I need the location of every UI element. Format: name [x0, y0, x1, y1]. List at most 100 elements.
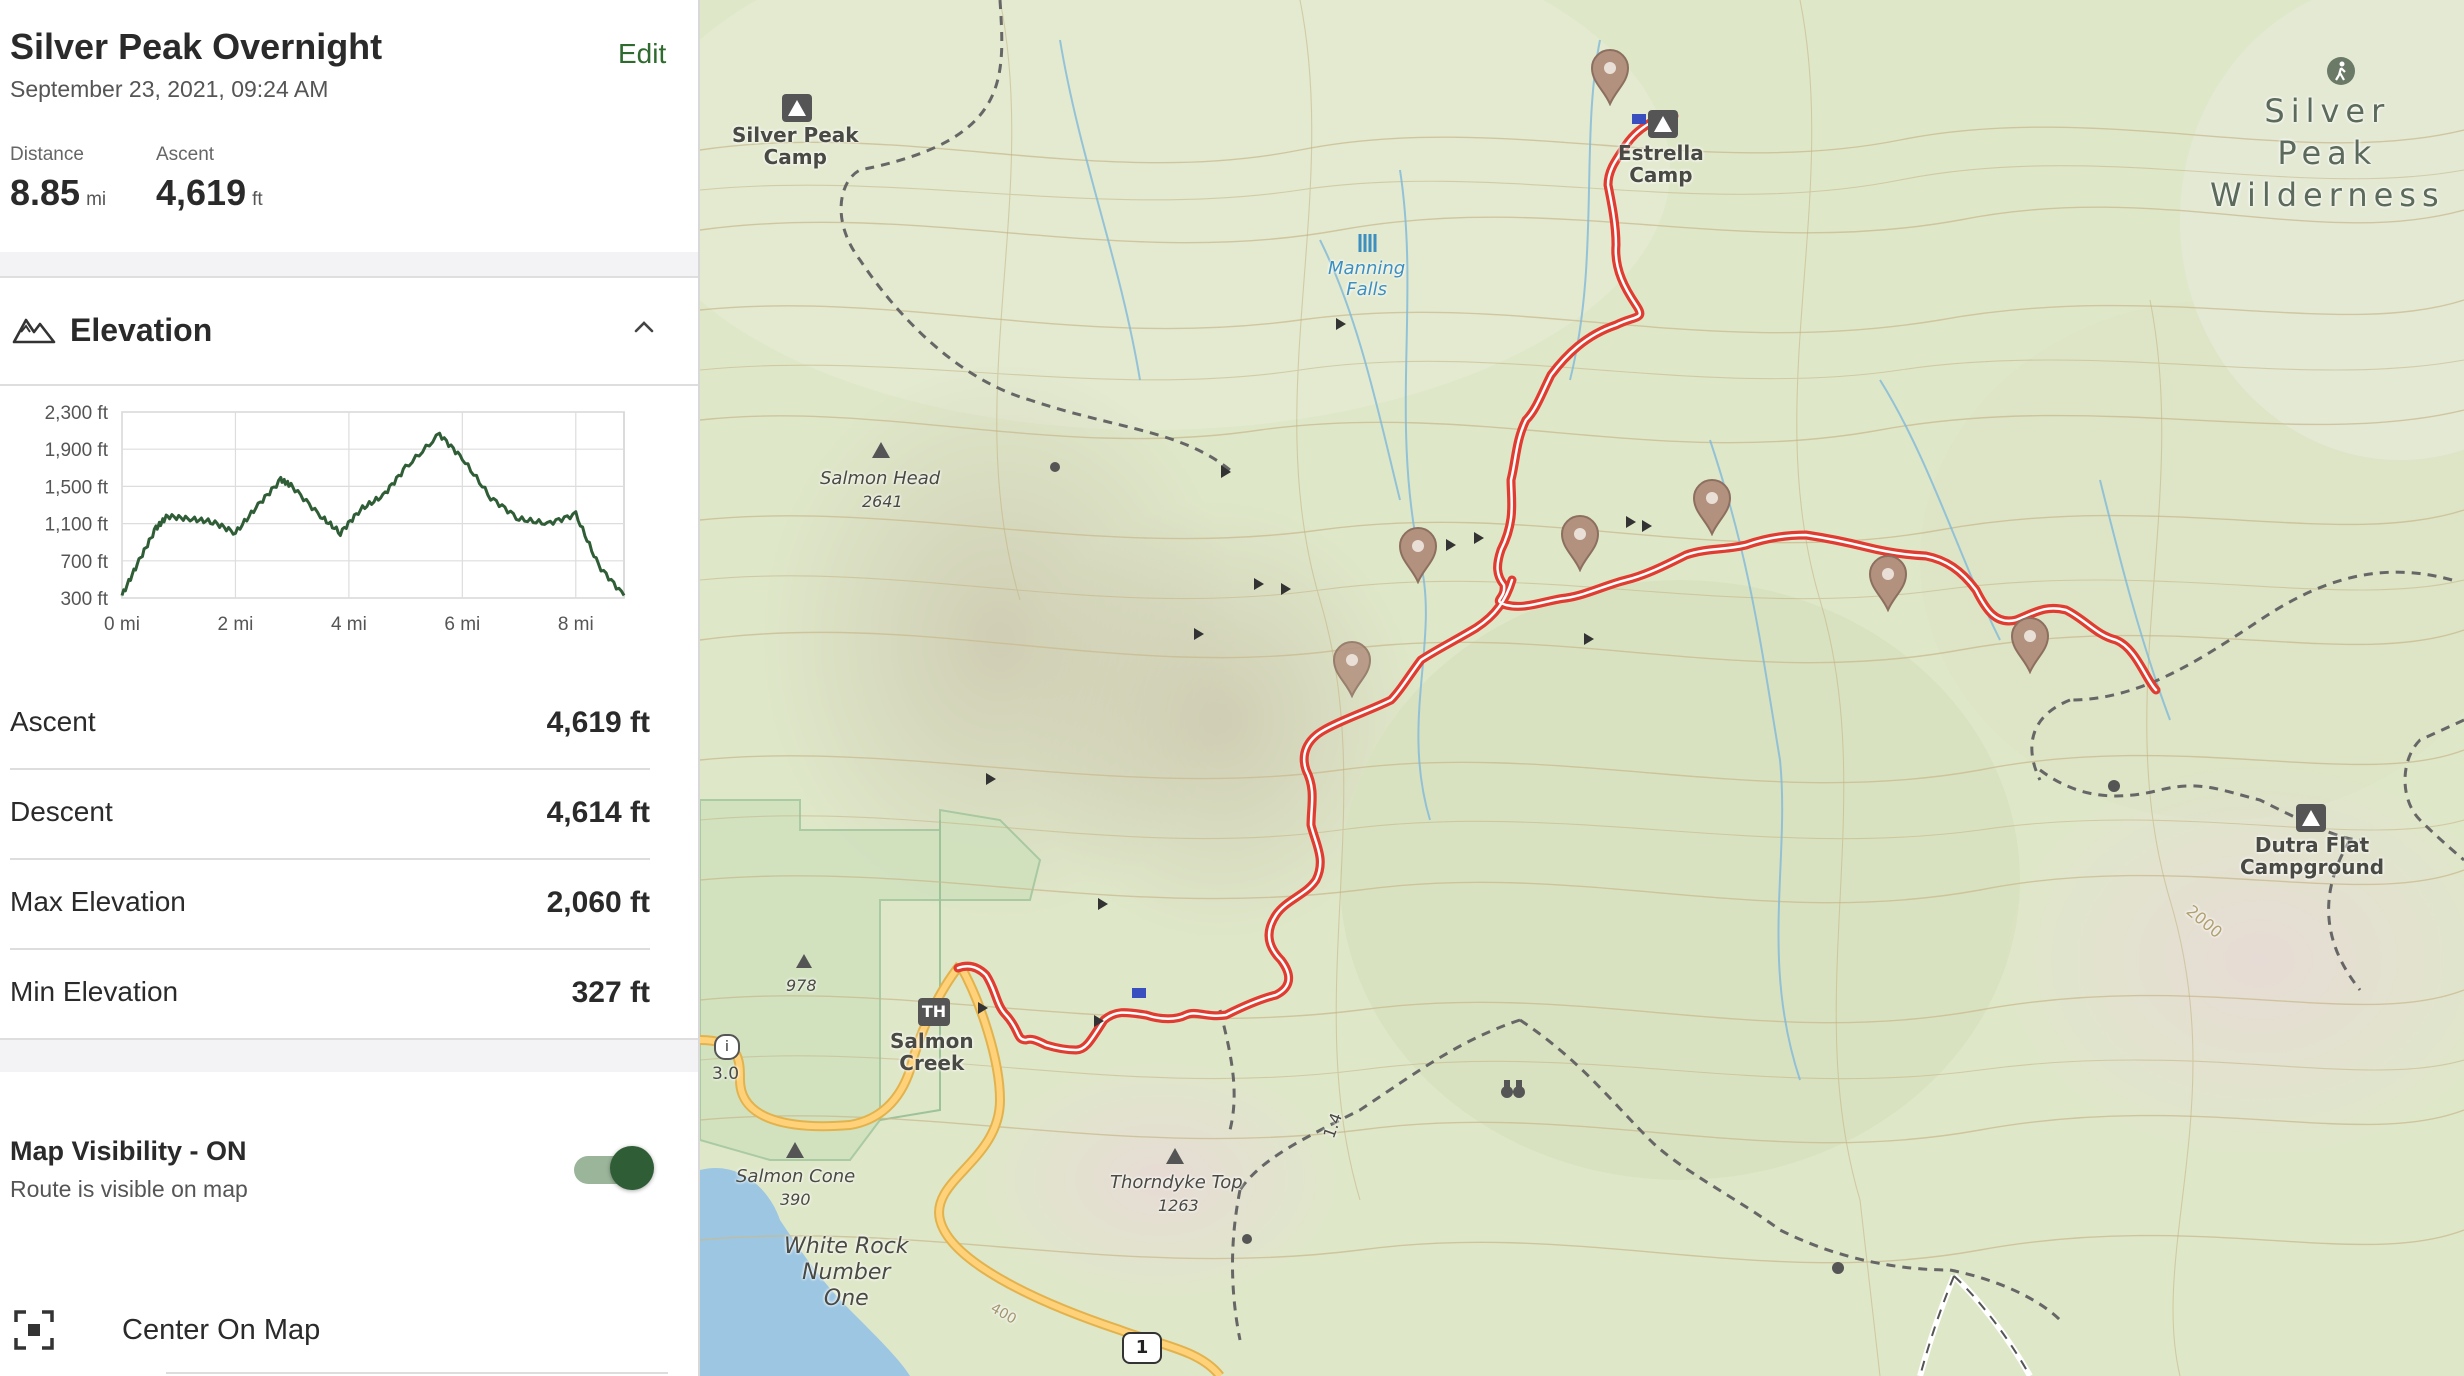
- distance-number: 8.85: [10, 172, 81, 213]
- peak-icon: [1164, 1146, 1186, 1166]
- info-icon[interactable]: i: [714, 1034, 740, 1060]
- label-line: Camp: [763, 145, 827, 169]
- waypoint-pin-icon[interactable]: [1398, 526, 1438, 585]
- chart-y-tick-label: 1,100 ft: [45, 515, 109, 536]
- map-label-salmon-cone: Salmon Cone: [736, 1166, 856, 1187]
- stat-label-ascent: Ascent: [10, 706, 96, 737]
- chart-x-tick-label: 4 mi: [331, 614, 367, 635]
- label-line: Number: [802, 1260, 891, 1285]
- chart-x-tick-label: 6 mi: [444, 614, 480, 635]
- map-label-dutra-flat: Dutra Flat Campground: [2240, 834, 2384, 878]
- ascent-label: Ascent: [156, 144, 215, 165]
- center-on-map-icon[interactable]: [12, 1308, 56, 1352]
- stat-value-descent: 4,614 ft: [546, 796, 650, 829]
- map-label-thorndyke-top: Thorndyke Top: [1110, 1172, 1243, 1193]
- label-line: Camp: [1629, 163, 1693, 187]
- label-line: Wilderness: [2210, 176, 2445, 214]
- stat-label-descent: Descent: [10, 796, 113, 827]
- stat-label-min-elevation: Min Elevation: [10, 976, 179, 1007]
- divider: [10, 948, 650, 950]
- junction-dot: [1242, 1234, 1252, 1244]
- junction-dot: [2108, 780, 2120, 792]
- highway-shield-icon: 1: [1122, 1332, 1162, 1364]
- topo-map[interactable]: Silver Peak Camp Estrella Camp Dutra Fla…: [700, 0, 2464, 1376]
- peak-icon: [784, 1140, 806, 1160]
- route-title: Silver Peak Overnight: [10, 26, 383, 67]
- map-label-salmon-head-elev: 2641: [862, 492, 903, 511]
- junction-dot: [1832, 1262, 1844, 1274]
- label-line: Campground: [2240, 855, 2385, 879]
- map-label-white-rock: White Rock Number One: [784, 1234, 909, 1312]
- waypoint-pin-icon[interactable]: [1692, 478, 1732, 537]
- peak-icon: [794, 952, 814, 970]
- stat-value-min-elevation: 327 ft: [571, 976, 650, 1009]
- elevation-section-title: Elevation: [70, 312, 213, 348]
- ascent-unit: ft: [252, 189, 263, 210]
- label-line: Silver Peak: [732, 123, 859, 147]
- chevron-up-icon[interactable]: [628, 310, 660, 342]
- section-divider: [0, 1040, 698, 1072]
- stat-label-max-elevation: Max Elevation: [10, 886, 186, 917]
- label-line: Peak: [2277, 134, 2378, 172]
- chart-x-tick-label: 2 mi: [217, 614, 253, 635]
- map-visibility-toggle[interactable]: [574, 1146, 670, 1194]
- edit-button[interactable]: Edit: [618, 38, 666, 70]
- chart-y-tick-label: 2,300 ft: [45, 403, 109, 424]
- junction-dot: [1050, 462, 1060, 472]
- label-line: Falls: [1346, 279, 1387, 300]
- ascent-value: 4,619 ft: [156, 172, 263, 214]
- waypoint-pin-icon[interactable]: [1590, 48, 1630, 107]
- label-line: Salmon: [890, 1029, 974, 1053]
- label-line: White Rock: [784, 1234, 909, 1259]
- hiker-icon: [2326, 56, 2356, 86]
- divider: [0, 384, 698, 386]
- route-details-panel: Silver Peak Overnight September 23, 2021…: [0, 0, 700, 1376]
- divider: [0, 276, 698, 278]
- label-line: Dutra Flat: [2254, 833, 2370, 857]
- section-divider: [0, 252, 698, 276]
- waypoint-pin-icon[interactable]: [1560, 514, 1600, 573]
- map-label-estrella-camp: Estrella Camp: [1618, 142, 1704, 186]
- distance-label: Distance: [10, 144, 84, 165]
- label-line: Estrella: [1618, 141, 1704, 165]
- label-line: One: [823, 1286, 869, 1311]
- map-label-salmon-creek: Salmon Creek: [890, 1030, 974, 1074]
- campsite-icon[interactable]: [1648, 110, 1678, 138]
- map-label-salmon-head: Salmon Head: [820, 468, 941, 489]
- chart-y-tick-label: 300 ft: [60, 589, 108, 610]
- distance-unit: mi: [86, 189, 107, 210]
- map-label-road-3: 3.0: [712, 1064, 740, 1084]
- peak-icon: [870, 440, 892, 460]
- waypoint-pin-icon[interactable]: [1868, 554, 1908, 613]
- map-canvas: [700, 0, 2464, 1376]
- viewpoint-icon[interactable]: [1500, 1076, 1526, 1100]
- map-label-thorndyke-elev: 1263: [1158, 1196, 1199, 1215]
- map-label-manning-falls: Manning Falls: [1328, 258, 1405, 300]
- elevation-chart: 2,300 ft 1,900 ft 1,500 ft 1,100 ft 700 ft 30…: [45, 403, 626, 635]
- end-flag-icon: [1132, 988, 1146, 998]
- campsite-icon[interactable]: [782, 94, 812, 122]
- map-label-wilderness: Silver Peak Wilderness: [2210, 90, 2445, 216]
- start-flag-icon: [1632, 114, 1646, 124]
- trailhead-icon[interactable]: TH: [918, 998, 950, 1026]
- stat-value-max-elevation: 2,060 ft: [546, 886, 650, 919]
- center-on-map-button[interactable]: Center On Map: [122, 1314, 320, 1347]
- map-visibility-title: Map Visibility - ON: [10, 1136, 247, 1166]
- mountain-icon: [12, 308, 56, 348]
- toggle-knob: [610, 1146, 654, 1190]
- campsite-icon[interactable]: [2296, 804, 2326, 832]
- waterfall-icon[interactable]: [1354, 230, 1380, 256]
- chart-y-tick-label: 1,500 ft: [45, 477, 109, 498]
- divider: [10, 768, 650, 770]
- waypoint-pin-icon[interactable]: [2010, 616, 2050, 675]
- divider: [166, 1372, 668, 1374]
- chart-y-tick-label: 700 ft: [60, 552, 108, 573]
- route-date: September 23, 2021, 09:24 AM: [10, 76, 329, 102]
- chart-y-tick-label: 1,900 ft: [45, 440, 109, 461]
- chart-x-tick-label: 8 mi: [558, 614, 594, 635]
- map-visibility-subtitle: Route is visible on map: [10, 1176, 248, 1202]
- distance-value: 8.85 mi: [10, 172, 106, 214]
- label-line: Manning: [1328, 258, 1406, 279]
- divider: [10, 858, 650, 860]
- waypoint-pin-icon[interactable]: [1332, 640, 1372, 699]
